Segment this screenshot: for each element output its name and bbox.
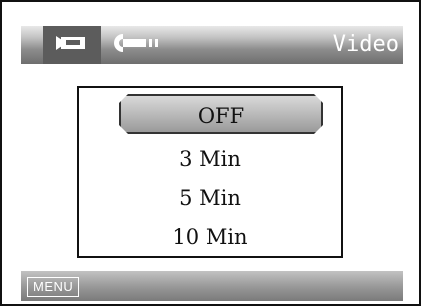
options-list: OFF 3 Min 5 Min 10 Min <box>77 86 343 258</box>
option-10-min[interactable]: 10 Min <box>79 220 341 254</box>
screen-title: Video <box>332 32 399 57</box>
device-screen: Video OFF 3 Min 5 Min 10 Min MENU <box>0 0 421 306</box>
tab-video[interactable] <box>43 26 101 64</box>
camera-icon <box>56 34 88 57</box>
option-3-min[interactable]: 3 Min <box>79 142 341 176</box>
bottom-bar: MENU <box>21 271 403 301</box>
option-off[interactable]: OFF <box>119 94 323 134</box>
wrench-icon <box>114 33 164 57</box>
tab-settings[interactable] <box>107 26 171 64</box>
menu-button[interactable]: MENU <box>27 277 80 297</box>
option-5-min[interactable]: 5 Min <box>79 181 341 215</box>
title-bar: Video <box>21 26 403 64</box>
